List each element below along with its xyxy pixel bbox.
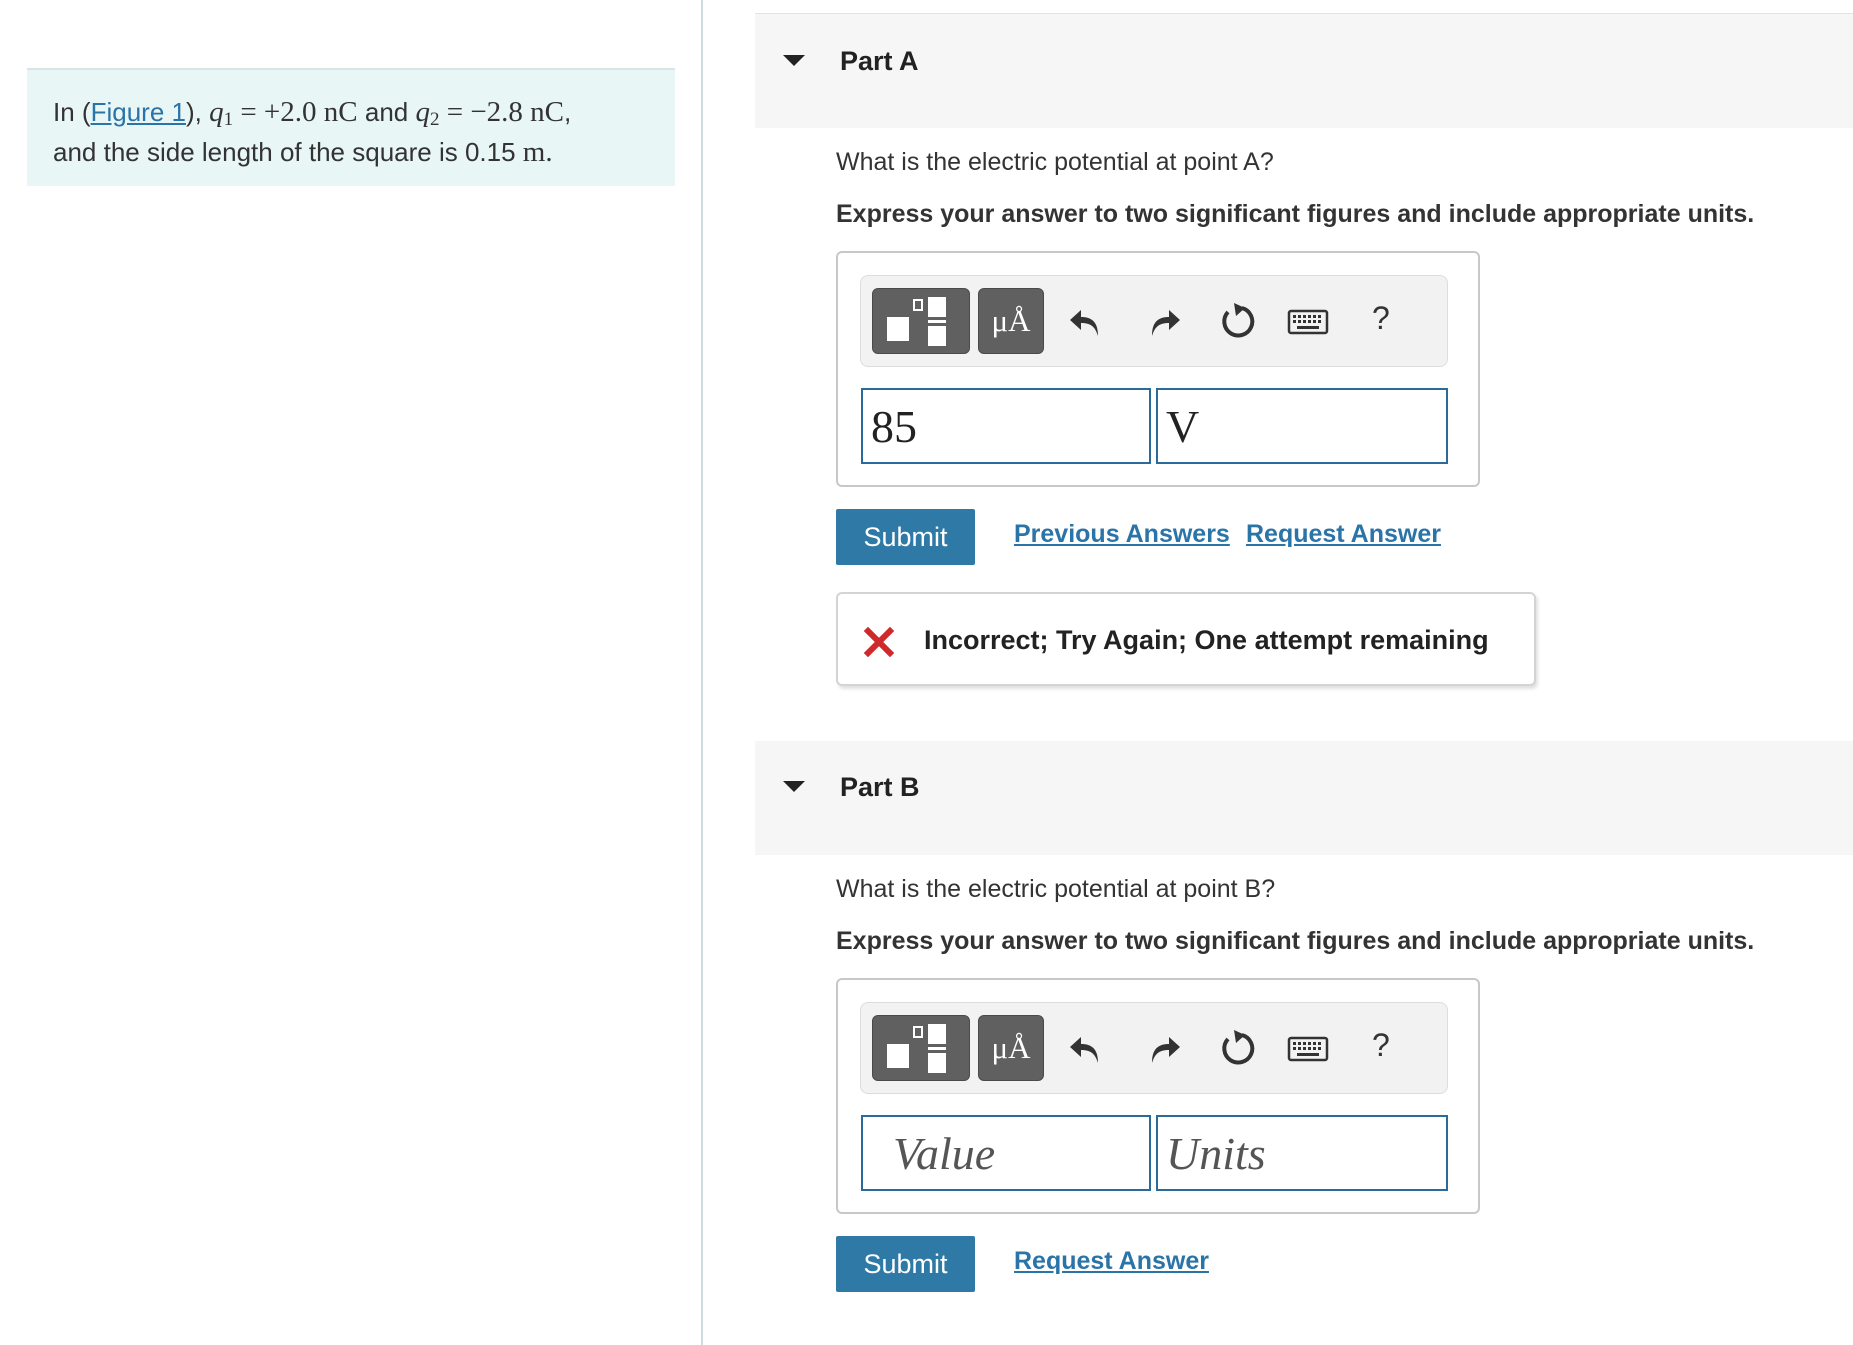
figure-link[interactable]: Figure 1 (91, 97, 186, 127)
keyboard-icon[interactable] (1287, 298, 1329, 344)
part-b-header[interactable]: Part B (755, 741, 1853, 855)
part-a-instruction: Express your answer to two significant f… (836, 200, 1755, 228)
length-unit: m. (522, 136, 553, 168)
part-a-title: Part A (840, 46, 919, 76)
reset-icon[interactable] (1214, 1025, 1260, 1071)
q1-expression: q1 = +2.0 nC (209, 96, 358, 130)
part-a-toolbar: μÅ ? (860, 275, 1448, 367)
problem-statement: In (Figure 1), q1 = +2.0 nC and q2 = −2.… (27, 68, 675, 186)
help-icon[interactable]: ? (1372, 1027, 1390, 1064)
redo-icon[interactable] (1140, 1025, 1186, 1071)
problem-prefix: In ( (53, 97, 91, 127)
part-a-unit-input[interactable] (1156, 388, 1448, 464)
part-b-answer-box: μÅ ? (836, 978, 1480, 1214)
part-a-value-input[interactable] (861, 388, 1151, 464)
undo-icon[interactable] (1064, 298, 1110, 344)
problem-suffix: ), (185, 97, 210, 127)
and-text: and (357, 97, 416, 127)
part-b-title: Part B (840, 772, 920, 802)
part-a-question: What is the electric potential at point … (836, 148, 1274, 176)
keyboard-icon[interactable] (1287, 1025, 1329, 1071)
feedback-box: Incorrect; Try Again; One attempt remain… (836, 592, 1536, 686)
panel-divider (701, 0, 703, 1345)
part-b-value-input[interactable] (861, 1115, 1151, 1191)
part-b-submit-button[interactable]: Submit (836, 1236, 975, 1292)
collapse-triangle-icon[interactable] (783, 781, 805, 792)
part-a-header[interactable]: Part A (755, 13, 1853, 128)
part-b-request-answer-link[interactable]: Request Answer (1014, 1247, 1209, 1276)
help-icon[interactable]: ? (1372, 300, 1390, 337)
redo-icon[interactable] (1140, 298, 1186, 344)
part-a-answer-box: μÅ ? (836, 251, 1480, 487)
incorrect-x-icon (864, 627, 894, 657)
part-b-instruction: Express your answer to two significant f… (836, 927, 1755, 955)
part-b-toolbar: μÅ ? (860, 1002, 1448, 1094)
q2-expression: q2 = −2.8 nC (415, 96, 565, 130)
problem-line2: and the side length of the square is 0.1… (53, 137, 523, 167)
templates-icon[interactable] (872, 288, 970, 354)
units-icon[interactable]: μÅ (978, 1015, 1044, 1081)
part-b-question: What is the electric potential at point … (836, 875, 1276, 903)
part-a-submit-button[interactable]: Submit (836, 509, 975, 565)
part-a-request-answer-link[interactable]: Request Answer (1246, 520, 1441, 549)
units-icon[interactable]: μÅ (978, 288, 1044, 354)
templates-icon[interactable] (872, 1015, 970, 1081)
previous-answers-link[interactable]: Previous Answers (1014, 520, 1230, 549)
feedback-text: Incorrect; Try Again; One attempt remain… (924, 625, 1489, 655)
undo-icon[interactable] (1064, 1025, 1110, 1071)
collapse-triangle-icon[interactable] (783, 55, 805, 66)
part-b-unit-input[interactable] (1156, 1115, 1448, 1191)
reset-icon[interactable] (1214, 298, 1260, 344)
